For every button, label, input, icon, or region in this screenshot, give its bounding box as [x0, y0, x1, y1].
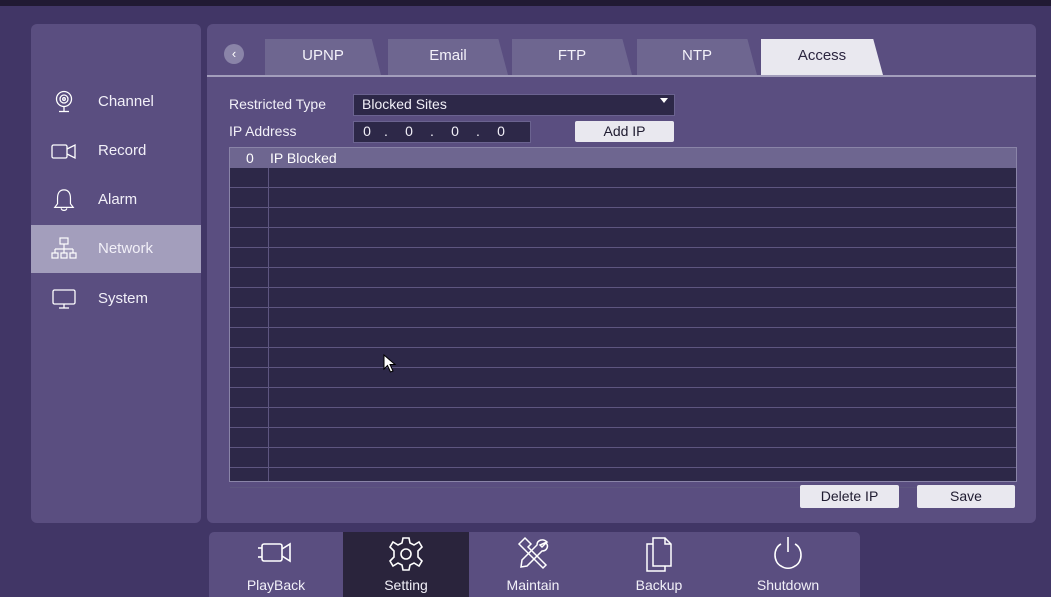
table-row[interactable]	[230, 448, 1016, 468]
sidebar-item-label: System	[98, 290, 149, 307]
table-row[interactable]	[230, 208, 1016, 228]
ip-octet-1[interactable]: 0	[360, 123, 374, 139]
sidebar: Channel Record Alarm Network System	[31, 24, 201, 523]
dropdown-arrow-icon	[660, 98, 668, 103]
table-row[interactable]	[230, 268, 1016, 288]
tab-upnp[interactable]: UPNP	[265, 39, 381, 75]
bell-icon	[51, 188, 77, 212]
back-arrow-icon[interactable]: ‹	[224, 44, 244, 64]
table-row[interactable]	[230, 428, 1016, 448]
tab-access[interactable]: Access	[761, 39, 883, 75]
delete-ip-button[interactable]: Delete IP	[800, 485, 899, 508]
table-row[interactable]	[230, 228, 1016, 248]
main-panel: ‹ UPNP Email FTP NTP Access Restricted T…	[207, 24, 1036, 523]
restricted-type-label: Restricted Type	[229, 96, 327, 112]
table-row[interactable]	[230, 388, 1016, 408]
dock-item-label: Setting	[384, 577, 428, 593]
dock-item-maintain[interactable]: Maintain	[469, 532, 597, 597]
column-header-ip-blocked: IP Blocked	[270, 150, 337, 166]
save-button[interactable]: Save	[917, 485, 1015, 508]
tab-bar: ‹ UPNP Email FTP NTP Access	[207, 37, 1036, 77]
table-row[interactable]	[230, 188, 1016, 208]
ip-separator: .	[430, 123, 434, 139]
ip-separator: .	[384, 123, 388, 139]
dock-item-shutdown[interactable]: Shutdown	[721, 532, 855, 597]
backup-files-icon	[639, 534, 679, 579]
sidebar-item-label: Record	[98, 142, 147, 159]
sidebar-item-label: Alarm	[98, 191, 138, 208]
table-header: 0 IP Blocked	[230, 148, 1016, 168]
gear-icon	[386, 534, 426, 579]
network-icon	[51, 237, 77, 261]
top-strip	[0, 0, 1051, 6]
table-row[interactable]	[230, 288, 1016, 308]
monitor-icon	[51, 287, 77, 311]
tab-ftp[interactable]: FTP	[512, 39, 632, 75]
sidebar-item-label: Channel	[98, 93, 154, 110]
sidebar-item-label: Network	[98, 240, 154, 257]
webcam-icon	[51, 90, 77, 114]
sidebar-item-channel[interactable]: Channel	[31, 78, 201, 126]
table-row[interactable]	[230, 168, 1016, 188]
ip-octet-4[interactable]: 0	[494, 123, 508, 139]
table-row[interactable]	[230, 408, 1016, 428]
restricted-type-value: Blocked Sites	[362, 96, 447, 112]
ip-address-input[interactable]: 0 . 0 . 0 . 0	[353, 121, 531, 143]
tab-email[interactable]: Email	[388, 39, 508, 75]
tools-icon	[513, 534, 553, 579]
ip-octet-2[interactable]: 0	[402, 123, 416, 139]
tab-ntp[interactable]: NTP	[637, 39, 757, 75]
table-row[interactable]	[230, 348, 1016, 368]
dock-item-label: Backup	[635, 577, 683, 593]
dock-item-setting[interactable]: Setting	[343, 532, 469, 597]
bottom-dock: PlayBack Setting Maintain Backup Shutdow…	[209, 532, 860, 597]
power-icon	[768, 534, 808, 579]
blocked-ip-table: 0 IP Blocked	[229, 147, 1017, 488]
table-row[interactable]	[230, 328, 1016, 348]
table-row[interactable]	[230, 368, 1016, 388]
dock-item-label: Shutdown	[756, 577, 820, 593]
dock-item-label: PlayBack	[246, 577, 306, 593]
sidebar-item-network[interactable]: Network	[31, 225, 201, 273]
blocked-count: 0	[246, 150, 254, 166]
ip-separator: .	[476, 123, 480, 139]
table-row[interactable]	[230, 248, 1016, 268]
dock-item-playback[interactable]: PlayBack	[209, 532, 343, 597]
dock-item-label: Maintain	[506, 577, 560, 593]
sidebar-item-record[interactable]: Record	[31, 127, 201, 175]
mouse-cursor-icon	[383, 353, 397, 379]
table-row[interactable]	[230, 308, 1016, 328]
camera-icon	[51, 139, 77, 163]
playback-camera-icon	[256, 534, 296, 577]
sidebar-item-alarm[interactable]: Alarm	[31, 176, 201, 224]
dock-item-backup[interactable]: Backup	[597, 532, 721, 597]
restricted-type-select[interactable]: Blocked Sites	[353, 94, 675, 116]
ip-address-label: IP Address	[229, 123, 297, 139]
ip-octet-3[interactable]: 0	[448, 123, 462, 139]
sidebar-item-system[interactable]: System	[31, 275, 201, 323]
add-ip-button[interactable]: Add IP	[575, 121, 674, 142]
